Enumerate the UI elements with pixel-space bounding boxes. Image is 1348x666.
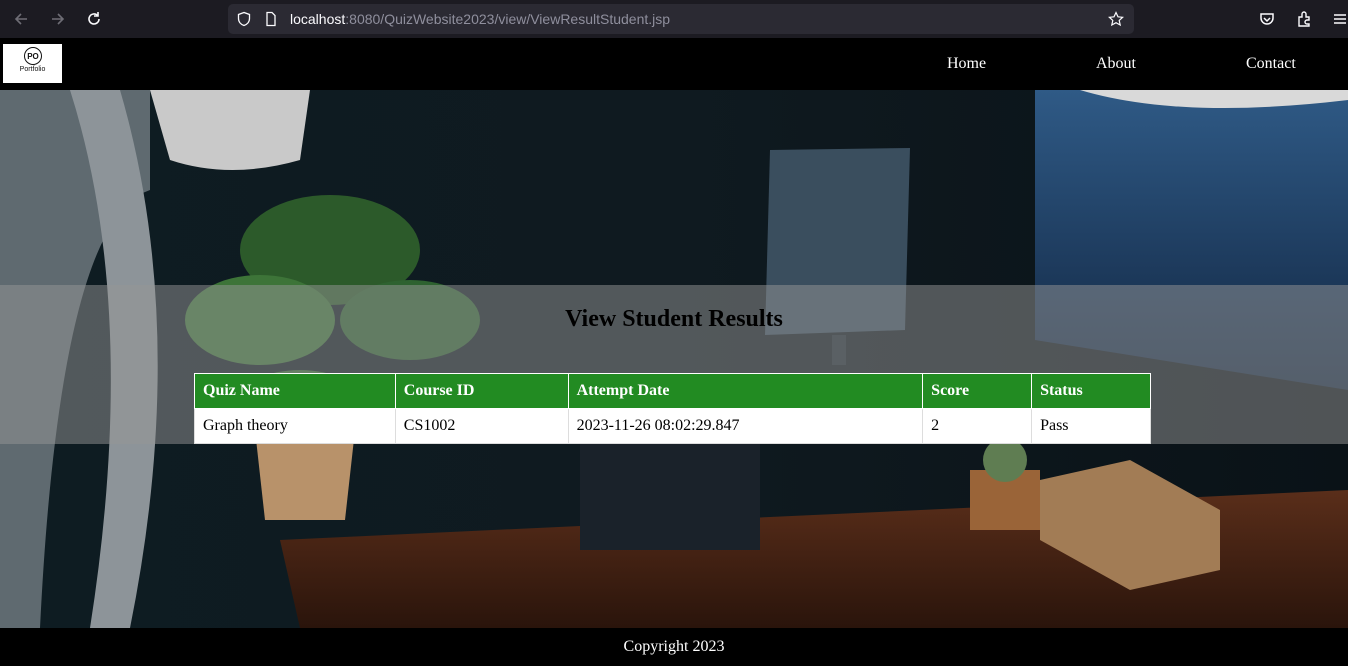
extensions-icon[interactable] [1292,7,1316,31]
column-header-score: Score [922,373,1033,409]
address-bar[interactable]: localhost:8080/QuizWebsite2023/view/View… [228,4,1134,34]
back-icon[interactable] [9,7,33,31]
site-header: PO Portfolio Home About Contact [0,38,1348,90]
reload-icon[interactable] [82,7,106,31]
logo-text: Portfolio [19,66,46,73]
nav-about[interactable]: About [1096,55,1136,73]
bookmark-star-icon[interactable] [1108,11,1124,27]
page-icon [263,11,279,27]
page-title: View Student Results [565,306,783,332]
cell-status: Pass [1031,408,1151,444]
table-row: Graph theory CS1002 2023-11-26 08:02:29.… [194,408,1151,444]
cell-score: 2 [922,408,1033,444]
pocket-icon[interactable] [1255,7,1279,31]
column-header-quiz-name: Quiz Name [194,373,396,409]
results-table: Quiz Name Course ID Attempt Date Score S… [194,373,1151,444]
column-header-course-id: Course ID [394,373,569,409]
logo-mark: PO [24,47,42,65]
nav-home[interactable]: Home [947,55,986,73]
url-text: localhost:8080/QuizWebsite2023/view/View… [290,11,670,27]
shield-icon[interactable] [236,11,252,27]
menu-icon[interactable] [1328,7,1348,31]
table-header-row: Quiz Name Course ID Attempt Date Score S… [194,373,1151,409]
cell-attempt-date: 2023-11-26 08:02:29.847 [567,408,924,444]
url-host: localhost [290,11,346,27]
browser-toolbar: localhost:8080/QuizWebsite2023/view/View… [0,0,1348,38]
logo[interactable]: PO Portfolio [3,44,62,83]
forward-icon[interactable] [46,7,70,31]
copyright-text: Copyright 2023 [623,638,725,655]
cell-quiz-name: Graph theory [194,408,396,444]
column-header-attempt-date: Attempt Date [567,373,924,409]
cell-course-id: CS1002 [394,408,569,444]
nav-contact[interactable]: Contact [1246,55,1296,73]
column-header-status: Status [1031,373,1151,409]
footer: Copyright 2023 [0,628,1348,666]
url-path: :8080/QuizWebsite2023/view/ViewResultStu… [345,11,671,27]
